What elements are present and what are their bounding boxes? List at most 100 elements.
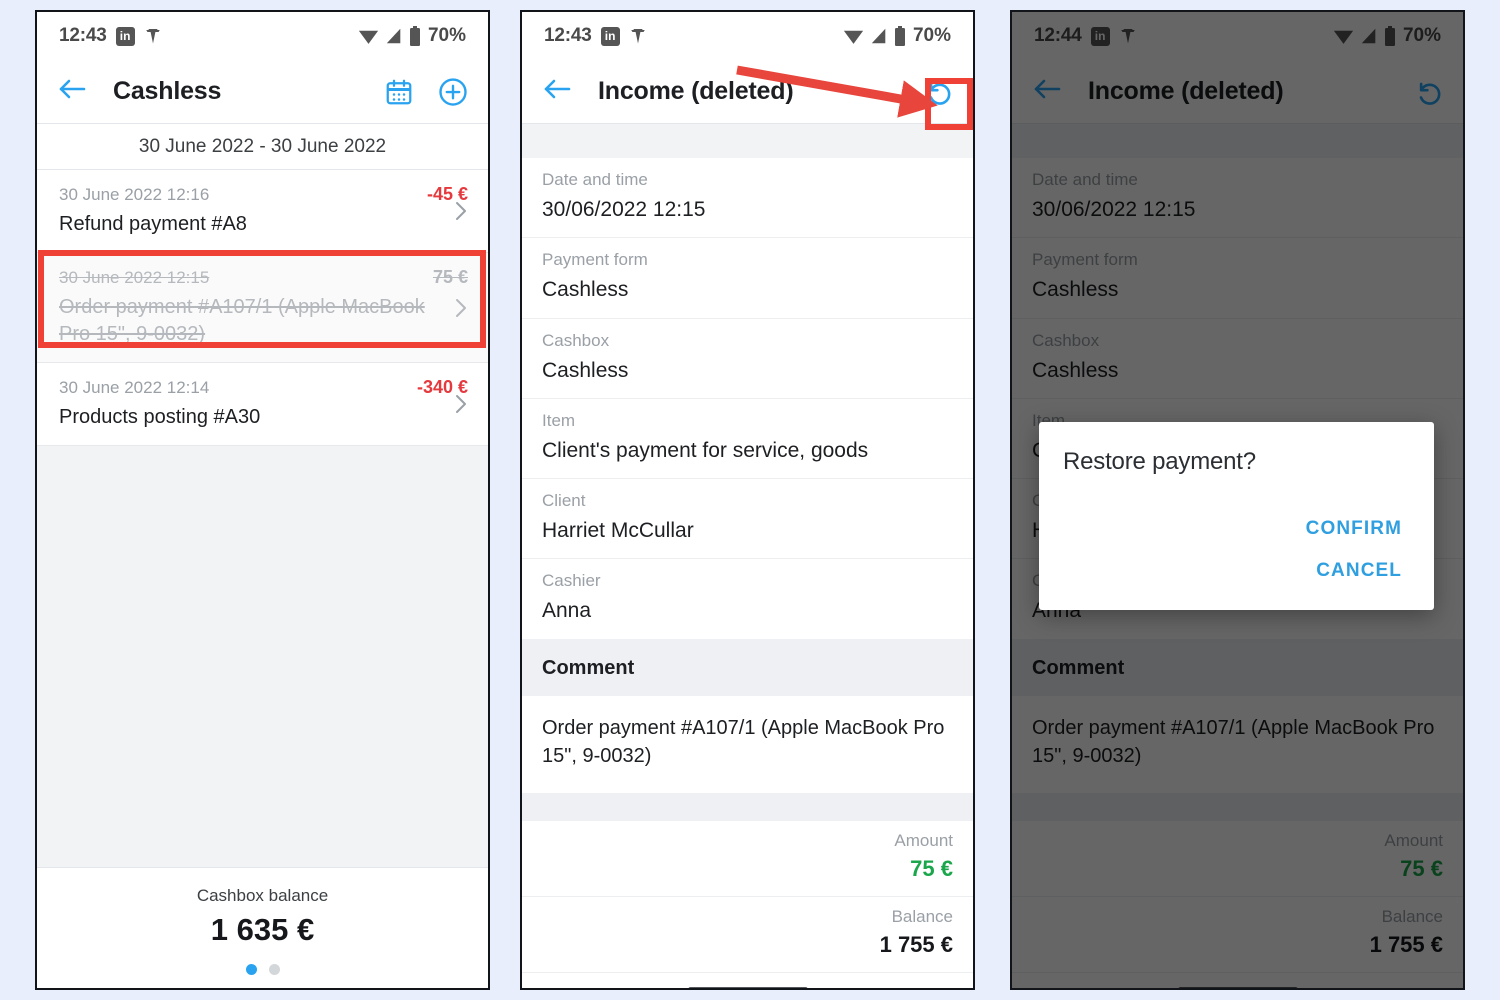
field-cashbox: Cashbox Cashless — [1012, 318, 1463, 399]
page-title: Income (deleted) — [1088, 77, 1284, 105]
transaction-title: Products posting #A30 — [59, 406, 261, 428]
field-value: 30/06/2022 12:15 — [1032, 198, 1196, 221]
transaction-bottom: Products posting #A30 — [59, 404, 468, 431]
back-arrow-icon[interactable] — [1032, 76, 1062, 107]
field-label: Payment form — [1032, 250, 1138, 270]
transaction-bottom: Order payment #A107/1 (Apple MacBook Pro… — [59, 294, 468, 348]
transaction-amount: 75 € — [432, 267, 468, 287]
amount-label: Amount — [1384, 830, 1443, 850]
battery-percent: 70% — [912, 25, 951, 46]
detail-footer — [522, 986, 973, 988]
field-value: Harriet McCullar — [542, 519, 694, 543]
detail-footer — [1012, 986, 1463, 988]
table-row[interactable]: 30 June 2022 12:16 -45 € Refund payment … — [37, 170, 488, 253]
detail-content: Date and time 30/06/2022 12:15 Payment f… — [522, 124, 973, 988]
app-bar-cashless: Cashless — [37, 60, 488, 124]
comment-section-header: Comment — [1012, 638, 1463, 696]
field-label: Payment form — [542, 250, 648, 270]
list-empty-area — [37, 446, 488, 867]
status-bar-right: 70% — [843, 25, 951, 47]
balance-label: Balance — [1381, 906, 1443, 926]
transaction-top: 30 June 2022 12:15 75 € — [59, 267, 468, 288]
table-row[interactable]: 30 June 2022 12:14 -340 € Products posti… — [37, 363, 488, 446]
amount-row: Amount 75 € — [522, 820, 973, 897]
field-value: Cashless — [542, 358, 629, 382]
field-label: Date and time — [1032, 170, 1138, 189]
amount-value: 75 € — [1400, 855, 1443, 881]
back-arrow-icon[interactable] — [542, 76, 572, 107]
field-value: 30/06/2022 12:15 — [542, 198, 706, 221]
field-value: Cashless — [1032, 278, 1119, 302]
battery-percent: 70% — [427, 25, 466, 46]
balance-value: 1 755 € — [879, 931, 953, 957]
restore-icon[interactable] — [1413, 77, 1443, 107]
cashbox-balance-footer: Cashbox balance 1 635 € — [37, 867, 488, 988]
comment-text: Order payment #A107/1 (Apple MacBook Pro… — [1012, 695, 1463, 793]
field-item: Item Client's payment for service, goods — [522, 398, 973, 480]
wifi-icon — [358, 27, 379, 45]
amount-row: Amount 75 € — [1012, 820, 1463, 897]
transaction-top: 30 June 2022 12:16 -45 € — [59, 184, 468, 205]
field-payment-form: Payment form Cashless — [522, 238, 973, 319]
linkedin-icon: in — [1090, 26, 1110, 46]
table-row[interactable]: 30 June 2022 12:15 75 € Order payment #A… — [37, 253, 488, 363]
restore-payment-dialog: Restore payment? CONFIRM CANCEL — [1039, 422, 1434, 610]
status-time: 12:43 — [59, 25, 107, 46]
dialog-title: Restore payment? — [1063, 448, 1256, 475]
add-circle-icon[interactable] — [438, 77, 468, 107]
page-title: Cashless — [113, 77, 222, 105]
balance-value: 1 755 € — [1369, 931, 1443, 957]
battery-icon — [894, 26, 906, 46]
field-label: Date and time — [542, 170, 648, 189]
page-indicator[interactable] — [37, 964, 488, 975]
app-bar-actions — [384, 77, 468, 107]
linkedin-icon: in — [600, 26, 620, 46]
home-indicator[interactable] — [1177, 986, 1298, 988]
status-time: 12:44 — [1034, 25, 1082, 46]
app-bar-income-detail: Income (deleted) — [522, 60, 973, 124]
field-cashier: Cashier Anna — [522, 559, 973, 639]
calendar-icon[interactable] — [384, 77, 414, 107]
cancel-button[interactable]: CANCEL — [1063, 550, 1410, 592]
balance-row: Balance 1 755 € — [1012, 896, 1463, 973]
tesla-icon — [1119, 27, 1137, 45]
page-dot-2[interactable] — [268, 964, 280, 975]
balance-label: Balance — [891, 906, 953, 926]
chevron-right-icon — [454, 297, 468, 319]
transaction-date: 30 June 2022 12:15 — [59, 268, 210, 287]
transaction-title: Order payment #A107/1 (Apple MacBook Pro… — [59, 296, 425, 345]
transaction-title: Refund payment #A8 — [59, 213, 247, 235]
status-bar-right: 70% — [1333, 25, 1441, 47]
chevron-right-icon — [454, 393, 468, 415]
page-dot-1[interactable] — [245, 964, 257, 975]
date-range-label[interactable]: 30 June 2022 - 30 June 2022 — [37, 124, 488, 170]
comment-text: Order payment #A107/1 (Apple MacBook Pro… — [522, 695, 973, 793]
status-bar-left: 12:43 in — [59, 25, 162, 47]
field-cashbox: Cashbox Cashless — [522, 318, 973, 399]
transaction-list: 30 June 2022 12:16 -45 € Refund payment … — [37, 170, 488, 867]
status-bar: 12:44 in 70% — [1012, 12, 1463, 60]
app-bar-actions — [1413, 77, 1443, 107]
amount-section-gap — [1012, 792, 1463, 821]
chevron-right-icon — [454, 200, 468, 222]
status-time: 12:43 — [544, 25, 592, 46]
cellular-signal-icon — [1360, 27, 1378, 45]
field-date-and-time: Date and time 30/06/2022 12:15 — [522, 158, 973, 239]
restore-icon[interactable] — [923, 77, 953, 107]
wifi-icon — [843, 27, 864, 45]
dialog-actions: CONFIRM CANCEL — [1063, 508, 1410, 592]
status-bar: 12:43 in 70% — [37, 12, 488, 60]
amount-label: Amount — [894, 830, 953, 850]
transaction-top: 30 June 2022 12:14 -340 € — [59, 377, 468, 398]
app-bar-income-detail: Income (deleted) — [1012, 60, 1463, 124]
confirm-button[interactable]: CONFIRM — [1063, 508, 1410, 550]
phone-screen-cashless-list: 12:43 in 70% Cashless 30 June 2022 - 30 … — [35, 10, 490, 990]
phone-screen-income-detail: 12:43 in 70% Income (deleted) Date and t… — [520, 10, 975, 990]
home-indicator[interactable] — [687, 986, 808, 988]
balance-row: Balance 1 755 € — [522, 896, 973, 973]
back-arrow-icon[interactable] — [57, 76, 87, 107]
transaction-date: 30 June 2022 12:16 — [59, 185, 210, 204]
transaction-date: 30 June 2022 12:14 — [59, 378, 210, 397]
field-date-and-time: Date and time 30/06/2022 12:15 — [1012, 158, 1463, 239]
cellular-signal-icon — [385, 27, 403, 45]
